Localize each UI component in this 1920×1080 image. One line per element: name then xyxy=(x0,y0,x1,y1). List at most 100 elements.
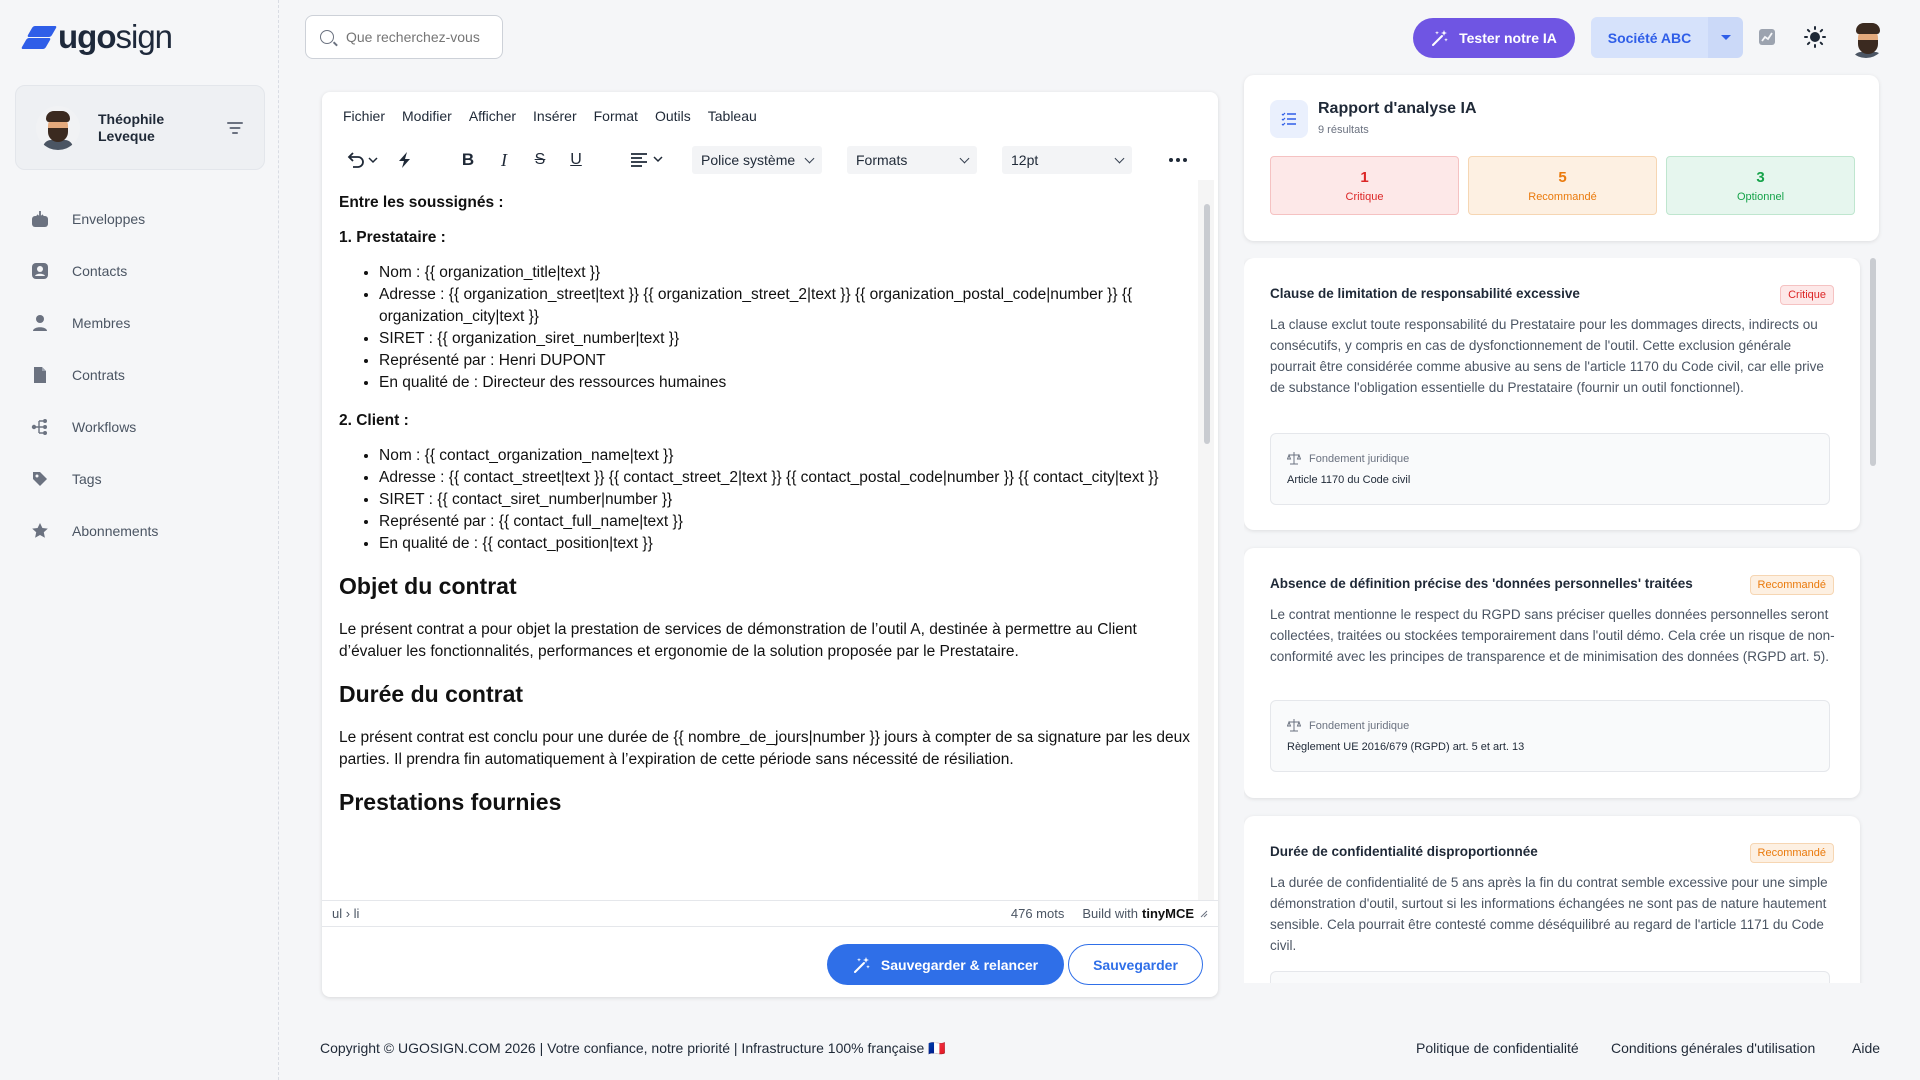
save-and-relaunch-label: Sauvegarder & relancer xyxy=(880,956,1039,973)
issue-description: Le contrat mentionne le respect du RGPD … xyxy=(1270,607,1835,664)
sun-theme-icon[interactable] xyxy=(1804,26,1826,48)
stat-label: Critique xyxy=(1345,190,1384,203)
formats-value: Formats xyxy=(856,152,908,168)
font-size-select[interactable]: 12pt xyxy=(1002,146,1132,174)
issue-description: La durée de confidentialité de 5 ans apr… xyxy=(1270,875,1828,953)
stat-recommande[interactable]: 5 Recommandé xyxy=(1468,156,1657,215)
menu-outils[interactable]: Outils xyxy=(655,108,691,124)
issue-card[interactable]: Clause de limitation de responsabilité e… xyxy=(1244,258,1860,530)
user-avatar-button[interactable] xyxy=(1846,18,1886,58)
menu-modifier[interactable]: Modifier xyxy=(402,108,452,124)
list-item: Nom : {{ contact_organization_name|text … xyxy=(379,445,1191,467)
align-dropdown-button[interactable] xyxy=(628,145,668,175)
test-ai-button[interactable]: Tester notre IA xyxy=(1413,18,1575,58)
legal-basis-label: Fondement juridique xyxy=(1309,453,1410,465)
editor-scrollbar-thumb[interactable] xyxy=(1204,204,1210,444)
stat-count: 3 xyxy=(1756,168,1765,186)
test-ai-label: Tester notre IA xyxy=(1459,30,1557,46)
magic-wand-icon xyxy=(853,956,870,973)
legal-basis xyxy=(1270,971,1830,983)
menu-tableau[interactable]: Tableau xyxy=(708,108,757,124)
terms-link[interactable]: Conditions générales d'utilisation xyxy=(1611,1040,1815,1056)
legal-basis-label: Fondement juridique xyxy=(1309,720,1410,732)
strikethrough-button[interactable]: S xyxy=(526,145,554,175)
lightning-icon[interactable] xyxy=(390,145,420,175)
chevron-down-icon xyxy=(804,153,815,163)
issue-card[interactable]: Durée de confidentialité disproportionné… xyxy=(1244,816,1860,983)
sidebar-item-contacts[interactable]: Contacts xyxy=(30,245,260,297)
chevron-down-icon xyxy=(1114,153,1125,163)
save-and-relaunch-button[interactable]: Sauvegarder & relancer xyxy=(827,944,1064,985)
word-count[interactable]: 476 mots xyxy=(1011,906,1064,921)
checklist-icon xyxy=(1270,100,1308,138)
app-logo[interactable]: ugosign xyxy=(24,18,173,56)
legal-basis: Fondement juridique Règlement UE 2016/67… xyxy=(1270,700,1830,772)
legal-basis-value: Règlement UE 2016/679 (RGPD) art. 5 et a… xyxy=(1287,741,1525,753)
resize-handle-icon[interactable] xyxy=(1200,910,1208,918)
user-name: Théophile Leveque xyxy=(98,110,165,144)
align-left-icon xyxy=(631,153,663,167)
issues-list: Clause de limitation de responsabilité e… xyxy=(1244,258,1879,983)
menu-format[interactable]: Format xyxy=(594,108,638,124)
stat-count: 1 xyxy=(1360,168,1369,186)
star-badge-icon xyxy=(30,521,50,541)
scale-icon xyxy=(1287,719,1301,732)
analytics-chart-icon[interactable] xyxy=(1756,26,1778,48)
menu-fichier[interactable]: Fichier xyxy=(343,108,385,124)
undo-dropdown-button[interactable] xyxy=(342,145,382,175)
editor-toolbar: B I S U Police système Formats 12pt xyxy=(322,140,1218,180)
sidebar-item-label: Abonnements xyxy=(72,523,159,539)
report-title: Rapport d'analyse IA xyxy=(1318,100,1477,117)
sidebar-item-membres[interactable]: Membres xyxy=(30,297,260,349)
font-family-select[interactable]: Police système xyxy=(692,146,822,174)
filter-icon[interactable] xyxy=(226,121,244,135)
party2-title: 2. Client : xyxy=(339,412,409,429)
ai-report-summary: Rapport d'analyse IA 9 résultats 1 Criti… xyxy=(1244,75,1879,241)
bold-button[interactable]: B xyxy=(454,145,482,175)
severity-badge: Critique xyxy=(1780,285,1834,305)
tag-icon xyxy=(30,469,50,489)
search-box[interactable] xyxy=(305,15,503,59)
sidebar-item-label: Tags xyxy=(72,471,102,487)
sidebar-nav: Enveloppes Contacts Membres Contrats Wor… xyxy=(30,193,260,557)
stat-label: Optionnel xyxy=(1736,190,1785,203)
sidebar-item-label: Enveloppes xyxy=(72,211,146,227)
more-options-icon[interactable] xyxy=(1166,145,1190,175)
logo-mark-icon xyxy=(24,24,52,50)
issues-scrollbar-thumb[interactable] xyxy=(1870,258,1876,466)
tinymce-logo[interactable]: tinyMCE xyxy=(1142,906,1194,921)
menu-inserer[interactable]: Insérer xyxy=(533,108,577,124)
italic-button[interactable]: I xyxy=(490,145,518,175)
sidebar-item-label: Workflows xyxy=(72,419,137,435)
list-item: SIRET : {{ contact_siret_number|number }… xyxy=(379,489,1191,511)
underline-button[interactable]: U xyxy=(562,145,590,175)
menu-afficher[interactable]: Afficher xyxy=(469,108,516,124)
save-button[interactable]: Sauvegarder xyxy=(1068,944,1203,985)
list-item: Représenté par : {{ contact_full_name|te… xyxy=(379,511,1191,533)
stat-optionnel[interactable]: 3 Optionnel xyxy=(1666,156,1855,215)
company-switcher[interactable]: Société ABC xyxy=(1591,17,1743,58)
privacy-policy-link[interactable]: Politique de confidentialité xyxy=(1416,1040,1579,1056)
editor-content[interactable]: Entre les soussignés : 1. Prestataire : … xyxy=(322,180,1208,900)
element-path[interactable]: ul › li xyxy=(332,906,359,921)
list-item: Adresse : {{ contact_street|text }} {{ c… xyxy=(379,467,1191,489)
list-item: En qualité de : Directeur des ressources… xyxy=(379,372,1191,394)
sidebar-item-workflows[interactable]: Workflows xyxy=(30,401,260,453)
company-dropdown-toggle[interactable] xyxy=(1708,17,1743,58)
party1-list: Nom : {{ organization_title|text }} Adre… xyxy=(379,262,1191,394)
sidebar-item-tags[interactable]: Tags xyxy=(30,453,260,505)
user-card[interactable]: Théophile Leveque xyxy=(15,85,265,170)
caret-down-icon xyxy=(1720,35,1731,40)
sidebar-item-contrats[interactable]: Contrats xyxy=(30,349,260,401)
workflow-icon xyxy=(30,417,50,437)
issue-card[interactable]: Absence de définition précise des 'donné… xyxy=(1244,548,1860,798)
logo-text-light: sign xyxy=(115,18,173,55)
sidebar-item-enveloppes[interactable]: Enveloppes xyxy=(30,193,260,245)
editor-menubar: Fichier Modifier Afficher Insérer Format… xyxy=(322,92,757,140)
stat-critique[interactable]: 1 Critique xyxy=(1270,156,1459,215)
company-name[interactable]: Société ABC xyxy=(1591,17,1708,58)
sidebar-item-abonnements[interactable]: Abonnements xyxy=(30,505,260,557)
search-input[interactable] xyxy=(346,29,486,45)
help-link[interactable]: Aide xyxy=(1852,1040,1880,1056)
formats-select[interactable]: Formats xyxy=(847,146,977,174)
